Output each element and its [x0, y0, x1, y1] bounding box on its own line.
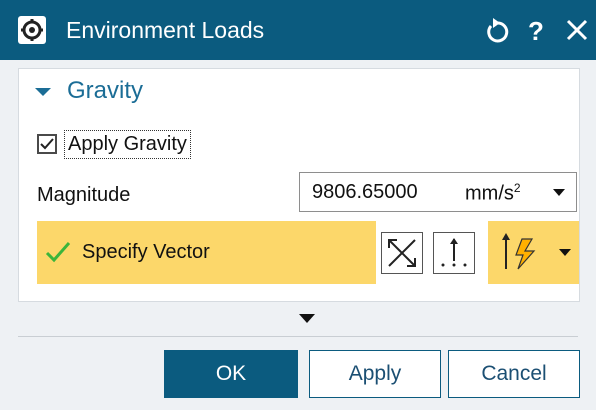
section-title: Gravity	[67, 77, 144, 104]
inferred-vector-button[interactable]	[433, 232, 475, 274]
close-button[interactable]	[562, 12, 592, 48]
inferred-vector-icon	[441, 238, 467, 267]
apply-button[interactable]: Apply	[309, 350, 441, 398]
specify-vector-label: Specify Vector	[82, 241, 210, 263]
svg-text:?: ?	[528, 16, 544, 46]
chevron-down-icon	[35, 88, 51, 96]
apply-gravity-checkbox[interactable]	[37, 134, 57, 154]
vector-options-icon	[502, 233, 536, 270]
gear-icon	[18, 16, 46, 44]
unit-base: mm/s	[465, 182, 514, 205]
cancel-button[interactable]: Cancel	[448, 350, 580, 398]
two-points-vector-button[interactable]	[381, 232, 423, 274]
close-icon	[566, 19, 588, 41]
chevron-down-icon[interactable]	[558, 248, 572, 258]
reset-icon	[487, 18, 509, 43]
ok-button[interactable]: OK	[164, 350, 298, 398]
magnitude-label: Magnitude	[37, 184, 131, 206]
two-points-vector-icon	[388, 239, 416, 267]
unit-exponent: 2	[513, 181, 521, 195]
gravity-section-header[interactable]: Gravity	[33, 77, 233, 107]
checkmark-icon	[40, 138, 54, 150]
specify-vector-row[interactable]: Specify Vector	[37, 221, 376, 284]
window-title: Environment Loads	[66, 17, 265, 43]
title-bar: Environment Loads ?	[0, 0, 596, 60]
help-button[interactable]: ?	[522, 12, 552, 48]
check-icon	[45, 242, 71, 263]
chevron-down-icon[interactable]	[552, 188, 566, 198]
vector-options-group[interactable]	[488, 221, 579, 284]
magnitude-value[interactable]: 9806.65000	[312, 181, 418, 204]
gravity-panel: Gravity Apply Gravity Magnitude 9806.650…	[18, 68, 580, 302]
expand-more-icon[interactable]	[298, 313, 316, 325]
magnitude-unit[interactable]: mm/s2	[465, 181, 521, 206]
footer-divider	[18, 336, 578, 337]
apply-gravity-label[interactable]: Apply Gravity	[64, 130, 191, 159]
reset-button[interactable]	[482, 12, 512, 48]
help-icon: ?	[528, 16, 544, 46]
magnitude-field[interactable]: 9806.65000 mm/s2	[299, 172, 577, 212]
